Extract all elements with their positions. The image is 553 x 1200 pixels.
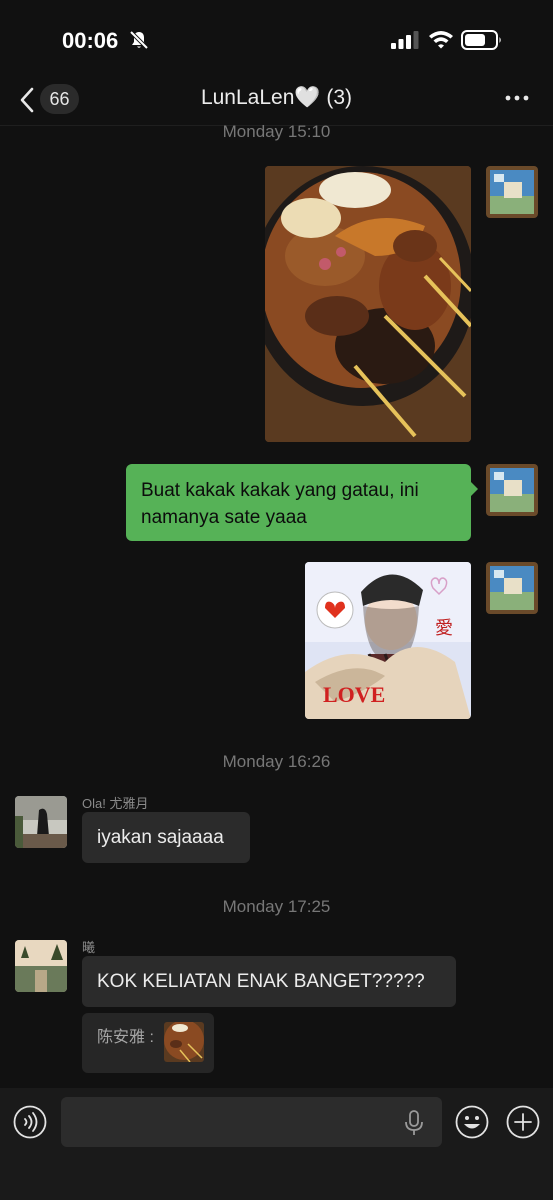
my-avatar[interactable] [486, 166, 538, 218]
message-timestamp: Monday 15:10 [222, 122, 331, 141]
status-time: 00:06 [62, 28, 119, 53]
sticker-love-text: LOVE [323, 682, 385, 707]
quote-thumbnail-image [164, 1022, 204, 1062]
message-text: iyakan sajaaaa [97, 827, 224, 848]
sticker-ai-text: 愛 [435, 618, 453, 639]
avatar-image [15, 796, 67, 848]
avatar-image [486, 464, 538, 516]
sender-name: 曦 [82, 940, 96, 955]
avatar-image [15, 940, 67, 992]
message-text: KOK KELIATAN ENAK BANGET????? [97, 971, 425, 992]
my-avatar[interactable] [486, 464, 538, 516]
voice-input-icon[interactable] [13, 1105, 47, 1139]
add-attachment-icon[interactable] [506, 1105, 540, 1139]
message-text: Buat kakak kakak yang gatau, ini namanya… [141, 480, 419, 528]
microphone-icon[interactable] [404, 1110, 424, 1136]
bubble-tail-icon [470, 481, 478, 497]
sender-name: Ola! 尤雅月 [82, 796, 149, 811]
sticker-message[interactable]: LOVE 愛 [305, 562, 471, 719]
battery-icon [461, 30, 501, 50]
message-timestamp: Monday 16:26 [222, 752, 331, 771]
satay-photo-message[interactable] [265, 166, 471, 442]
status-bar: 00:06 [0, 0, 553, 80]
avatar-image [486, 166, 538, 218]
sender-avatar[interactable] [15, 796, 67, 848]
sender-avatar[interactable] [15, 940, 67, 992]
message-input[interactable] [61, 1097, 442, 1147]
quote-sender: 陈安雅 : [97, 1029, 154, 1046]
incoming-text-bubble[interactable]: iyakan sajaaaa [82, 812, 250, 863]
incoming-text-bubble[interactable]: KOK KELIATAN ENAK BANGET????? [82, 956, 456, 1007]
wifi-icon [429, 31, 453, 49]
signal-icon [391, 31, 419, 49]
my-avatar[interactable] [486, 562, 538, 614]
quoted-message[interactable]: 陈安雅 : [82, 1013, 214, 1073]
avatar-image [486, 562, 538, 614]
more-options-icon[interactable] [503, 88, 531, 108]
chat-title: LunLaLen🤍 (3) [200, 86, 353, 109]
sticker-image: LOVE 愛 [305, 562, 471, 719]
emoji-icon[interactable] [455, 1105, 489, 1139]
message-timestamp: Monday 17:25 [222, 897, 331, 916]
outgoing-text-bubble[interactable]: Buat kakak kakak yang gatau, ini namanya… [126, 464, 471, 541]
bell-muted-icon [129, 30, 149, 50]
input-bar [0, 1088, 553, 1200]
chat-header: 66 LunLaLen🤍 (3) [0, 80, 553, 126]
satay-photo-image [265, 166, 471, 442]
